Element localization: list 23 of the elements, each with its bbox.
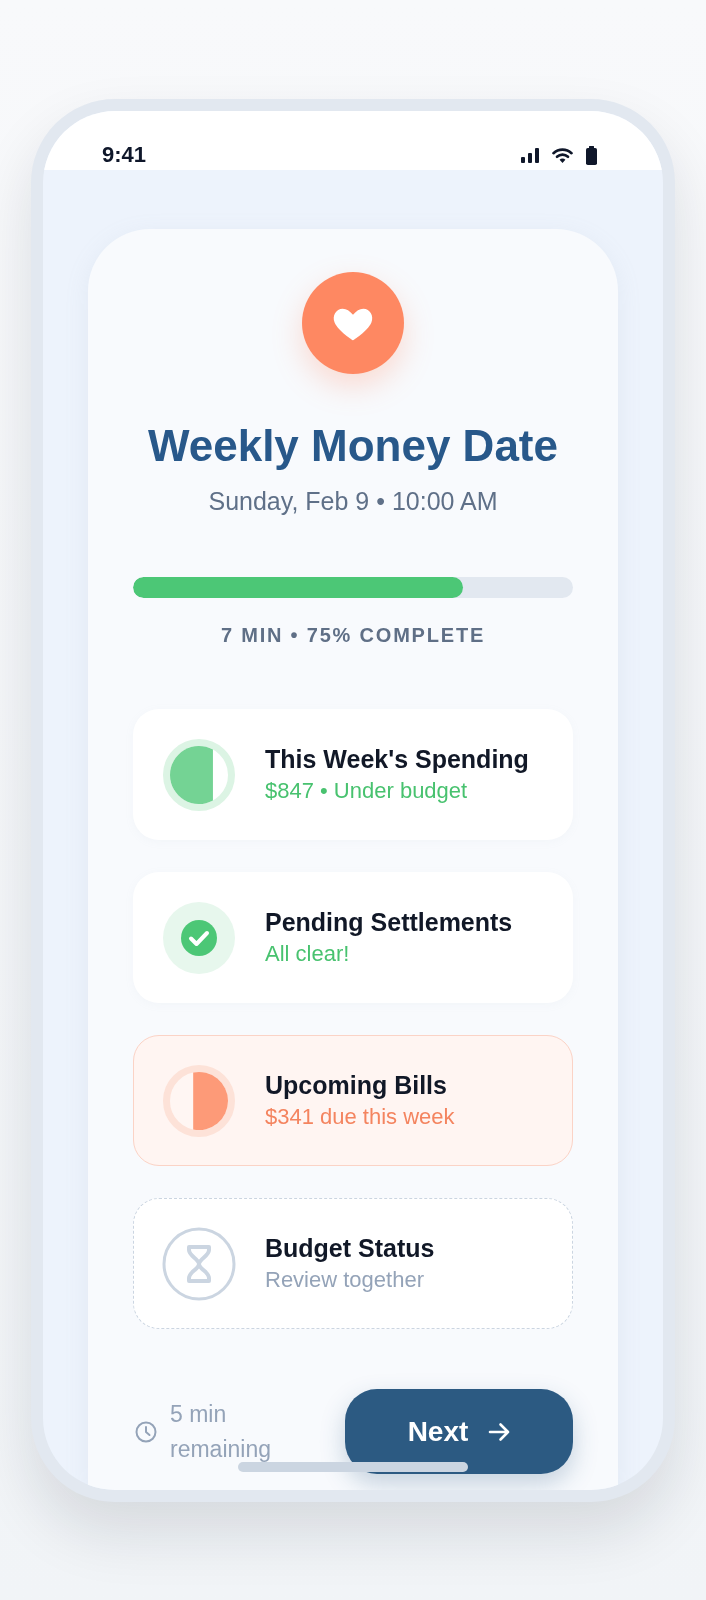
progress-label: 7 MIN • 75% COMPLETE (220, 623, 486, 647)
card-detail: $341 due this week (265, 1102, 455, 1131)
card-detail: Review together (265, 1265, 425, 1294)
card-title: Pending Settlements (265, 906, 513, 938)
signal-icon (521, 147, 539, 163)
time-remaining-text: 5 min remaining (170, 1399, 272, 1464)
next-button[interactable]: Next (345, 1389, 573, 1474)
card-title: Budget Status (265, 1232, 435, 1264)
card-title: This Week's Spending (265, 743, 529, 775)
clock-icon (135, 1420, 157, 1443)
half-filled-circle-icon (162, 737, 236, 812)
hourglass-icon (162, 1226, 236, 1301)
arrow-right-icon (488, 1421, 511, 1442)
card-title: Upcoming Bills (265, 1069, 448, 1101)
page-title: Weekly Money Date (148, 420, 558, 472)
check-circle-icon (162, 900, 236, 975)
date-time-subtitle: Sunday, Feb 9 • 10:00 AM (208, 486, 498, 516)
card-detail: All clear! (265, 939, 351, 968)
battery-icon (586, 145, 597, 165)
card-detail: $847 • Under budget (265, 776, 469, 805)
wifi-icon (552, 147, 573, 163)
status-time: 9:41 (102, 142, 147, 168)
half-filled-circle-icon (162, 1063, 236, 1138)
